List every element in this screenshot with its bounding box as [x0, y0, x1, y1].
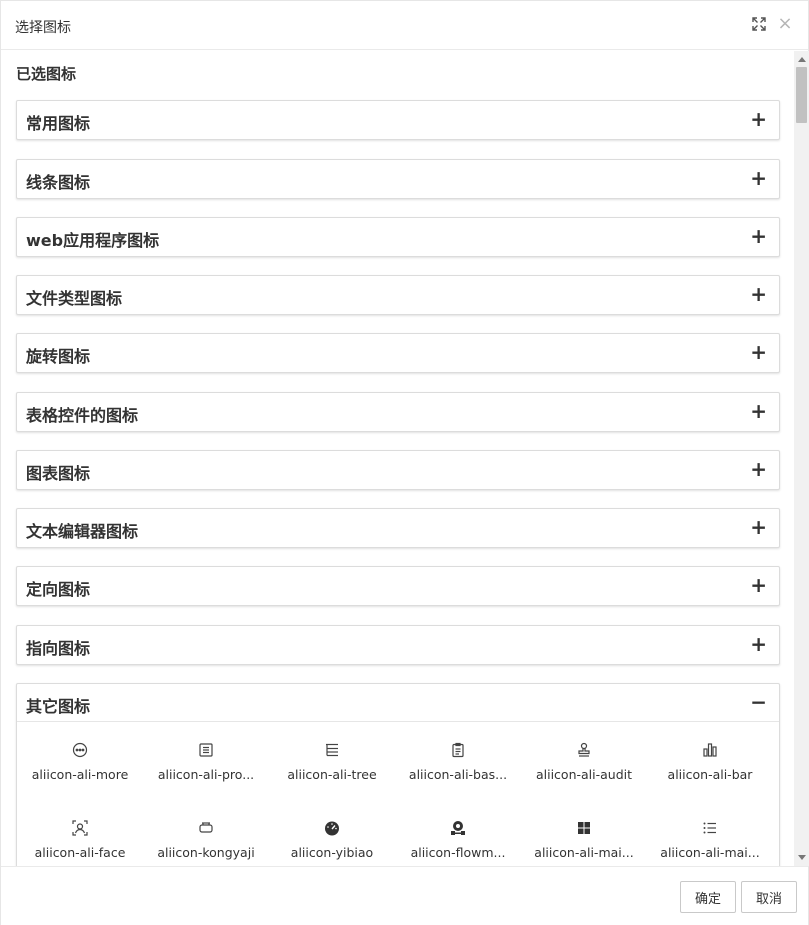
clipboard-icon	[452, 742, 464, 758]
category-header[interactable]: web应用程序图标 +	[17, 218, 779, 256]
icon-option-label: aliicon-ali-bas...	[408, 767, 508, 782]
icon-option[interactable]: aliicon-kongyaji	[143, 800, 269, 860]
project-list-icon	[199, 743, 213, 757]
category-panel-chart: 图表图标 +	[16, 450, 780, 490]
audit-stamp-icon	[578, 742, 590, 757]
dialog-title: 选择图标	[15, 20, 71, 36]
category-panel-rotate: 旋转图标 +	[16, 333, 780, 373]
icon-option-label: aliicon-flowm...	[410, 845, 506, 860]
icon-option[interactable]: aliicon-ali-audit	[521, 722, 647, 782]
dialog-titlebar: 选择图标 ×	[1, 1, 808, 50]
category-title: 其它图标	[26, 697, 91, 716]
icon-option[interactable]: aliicon-yibiao	[269, 800, 395, 860]
face-scan-icon	[72, 820, 88, 836]
category-header[interactable]: 文本编辑器图标 +	[17, 509, 779, 547]
collapse-minus-icon[interactable]: −	[750, 691, 767, 713]
category-header[interactable]: 定向图标 +	[17, 567, 779, 605]
expand-plus-icon[interactable]: +	[750, 400, 767, 422]
category-title: 常用图标	[26, 114, 91, 133]
icon-option-label: aliicon-ali-pro...	[157, 767, 255, 782]
icon-option-label: aliicon-ali-tree	[287, 767, 377, 782]
category-panel-text-editor: 文本编辑器图标 +	[16, 508, 780, 548]
icon-option-label: aliicon-yibiao	[290, 845, 374, 860]
category-title: 文本编辑器图标	[26, 522, 139, 541]
bar-chart-icon	[703, 743, 717, 757]
vertical-scrollbar[interactable]	[794, 51, 809, 866]
icon-option[interactable]: aliicon-ali-mai...	[521, 800, 647, 860]
category-title: 图表图标	[26, 464, 91, 483]
flowmeter-icon	[451, 821, 465, 835]
category-panel-other: 其它图标 − aliicon-ali-more aliicon-ali-pro.…	[16, 683, 780, 866]
icon-option[interactable]: aliicon-ali-pro...	[143, 722, 269, 782]
category-panel-web-app: web应用程序图标 +	[16, 217, 780, 257]
air-compressor-icon	[199, 822, 213, 833]
category-header[interactable]: 表格控件的图标 +	[17, 393, 779, 431]
category-panel-line: 线条图标 +	[16, 159, 780, 199]
confirm-button[interactable]: 确定	[680, 881, 736, 913]
icon-option[interactable]: aliicon-ali-face	[17, 800, 143, 860]
expand-plus-icon[interactable]: +	[750, 283, 767, 305]
icon-option[interactable]: aliicon-ali-bar	[647, 722, 773, 782]
icon-option[interactable]: aliicon-ali-bas...	[395, 722, 521, 782]
icon-option[interactable]: aliicon-ali-tree	[269, 722, 395, 782]
expand-plus-icon[interactable]: +	[750, 225, 767, 247]
expand-plus-icon[interactable]: +	[750, 574, 767, 596]
icon-grid: aliicon-ali-more aliicon-ali-pro... alii…	[17, 722, 779, 866]
scroll-up-arrow-icon[interactable]	[798, 57, 806, 62]
category-header[interactable]: 图表图标 +	[17, 451, 779, 489]
bullet-list-icon	[703, 822, 716, 834]
category-panel-directional: 定向图标 +	[16, 566, 780, 606]
category-header[interactable]: 常用图标 +	[17, 101, 779, 139]
category-title: 指向图标	[26, 639, 91, 658]
icon-option-label: aliicon-ali-mai...	[534, 845, 634, 860]
scroll-thumb[interactable]	[796, 67, 807, 123]
category-panel-file-type: 文件类型图标 +	[16, 275, 780, 315]
cancel-button[interactable]: 取消	[741, 881, 797, 913]
icon-option-label: aliicon-ali-mai...	[660, 845, 760, 860]
icon-option[interactable]: aliicon-ali-more	[17, 722, 143, 782]
expand-plus-icon[interactable]: +	[750, 108, 767, 130]
gauge-icon	[325, 821, 339, 836]
category-header[interactable]: 指向图标 +	[17, 626, 779, 664]
category-title: 文件类型图标	[26, 289, 123, 308]
category-title: 表格控件的图标	[26, 406, 139, 425]
icon-option-label: aliicon-ali-audit	[535, 767, 633, 782]
expand-plus-icon[interactable]: +	[750, 458, 767, 480]
category-header[interactable]: 线条图标 +	[17, 160, 779, 198]
expand-plus-icon[interactable]: +	[750, 341, 767, 363]
expand-plus-icon[interactable]: +	[750, 633, 767, 655]
category-title: web应用程序图标	[26, 231, 160, 250]
category-title: 线条图标	[26, 173, 91, 192]
category-title: 旋转图标	[26, 347, 91, 366]
category-header[interactable]: 其它图标 −	[17, 684, 779, 722]
category-title: 定向图标	[26, 580, 91, 599]
scroll-down-arrow-icon[interactable]	[798, 855, 806, 860]
icon-option-label: aliicon-ali-bar	[667, 767, 753, 782]
icon-option[interactable]: aliicon-ali-mai...	[647, 800, 773, 860]
dialog-footer: 确定 取消	[1, 866, 808, 925]
more-circle-icon	[72, 742, 88, 758]
dialog-content: 已选图标 常用图标 + 线条图标 + web应用程序图标 + 文件类型图标 +	[1, 51, 794, 866]
select-icon-dialog: 选择图标 × 已选图标 常用图标 + 线条图标 + web应用程序图标 + 文件…	[0, 0, 809, 925]
expand-plus-icon[interactable]: +	[750, 516, 767, 538]
grid-squares-icon	[578, 822, 590, 834]
icon-option[interactable]: aliicon-flowm...	[395, 800, 521, 860]
category-panel-common: 常用图标 +	[16, 100, 780, 140]
icon-option-label: aliicon-ali-more	[31, 767, 129, 782]
category-header[interactable]: 旋转图标 +	[17, 334, 779, 372]
tree-list-icon	[326, 743, 338, 757]
selected-icons-label: 已选图标	[16, 65, 77, 83]
category-panel-pointing: 指向图标 +	[16, 625, 780, 665]
category-panel-table-control: 表格控件的图标 +	[16, 392, 780, 432]
category-header[interactable]: 文件类型图标 +	[17, 276, 779, 314]
expand-plus-icon[interactable]: +	[750, 167, 767, 189]
icon-option-label: aliicon-kongyaji	[157, 845, 255, 860]
close-icon[interactable]: ×	[776, 15, 794, 33]
maximize-icon[interactable]	[750, 15, 768, 33]
icon-option-label: aliicon-ali-face	[34, 845, 126, 860]
